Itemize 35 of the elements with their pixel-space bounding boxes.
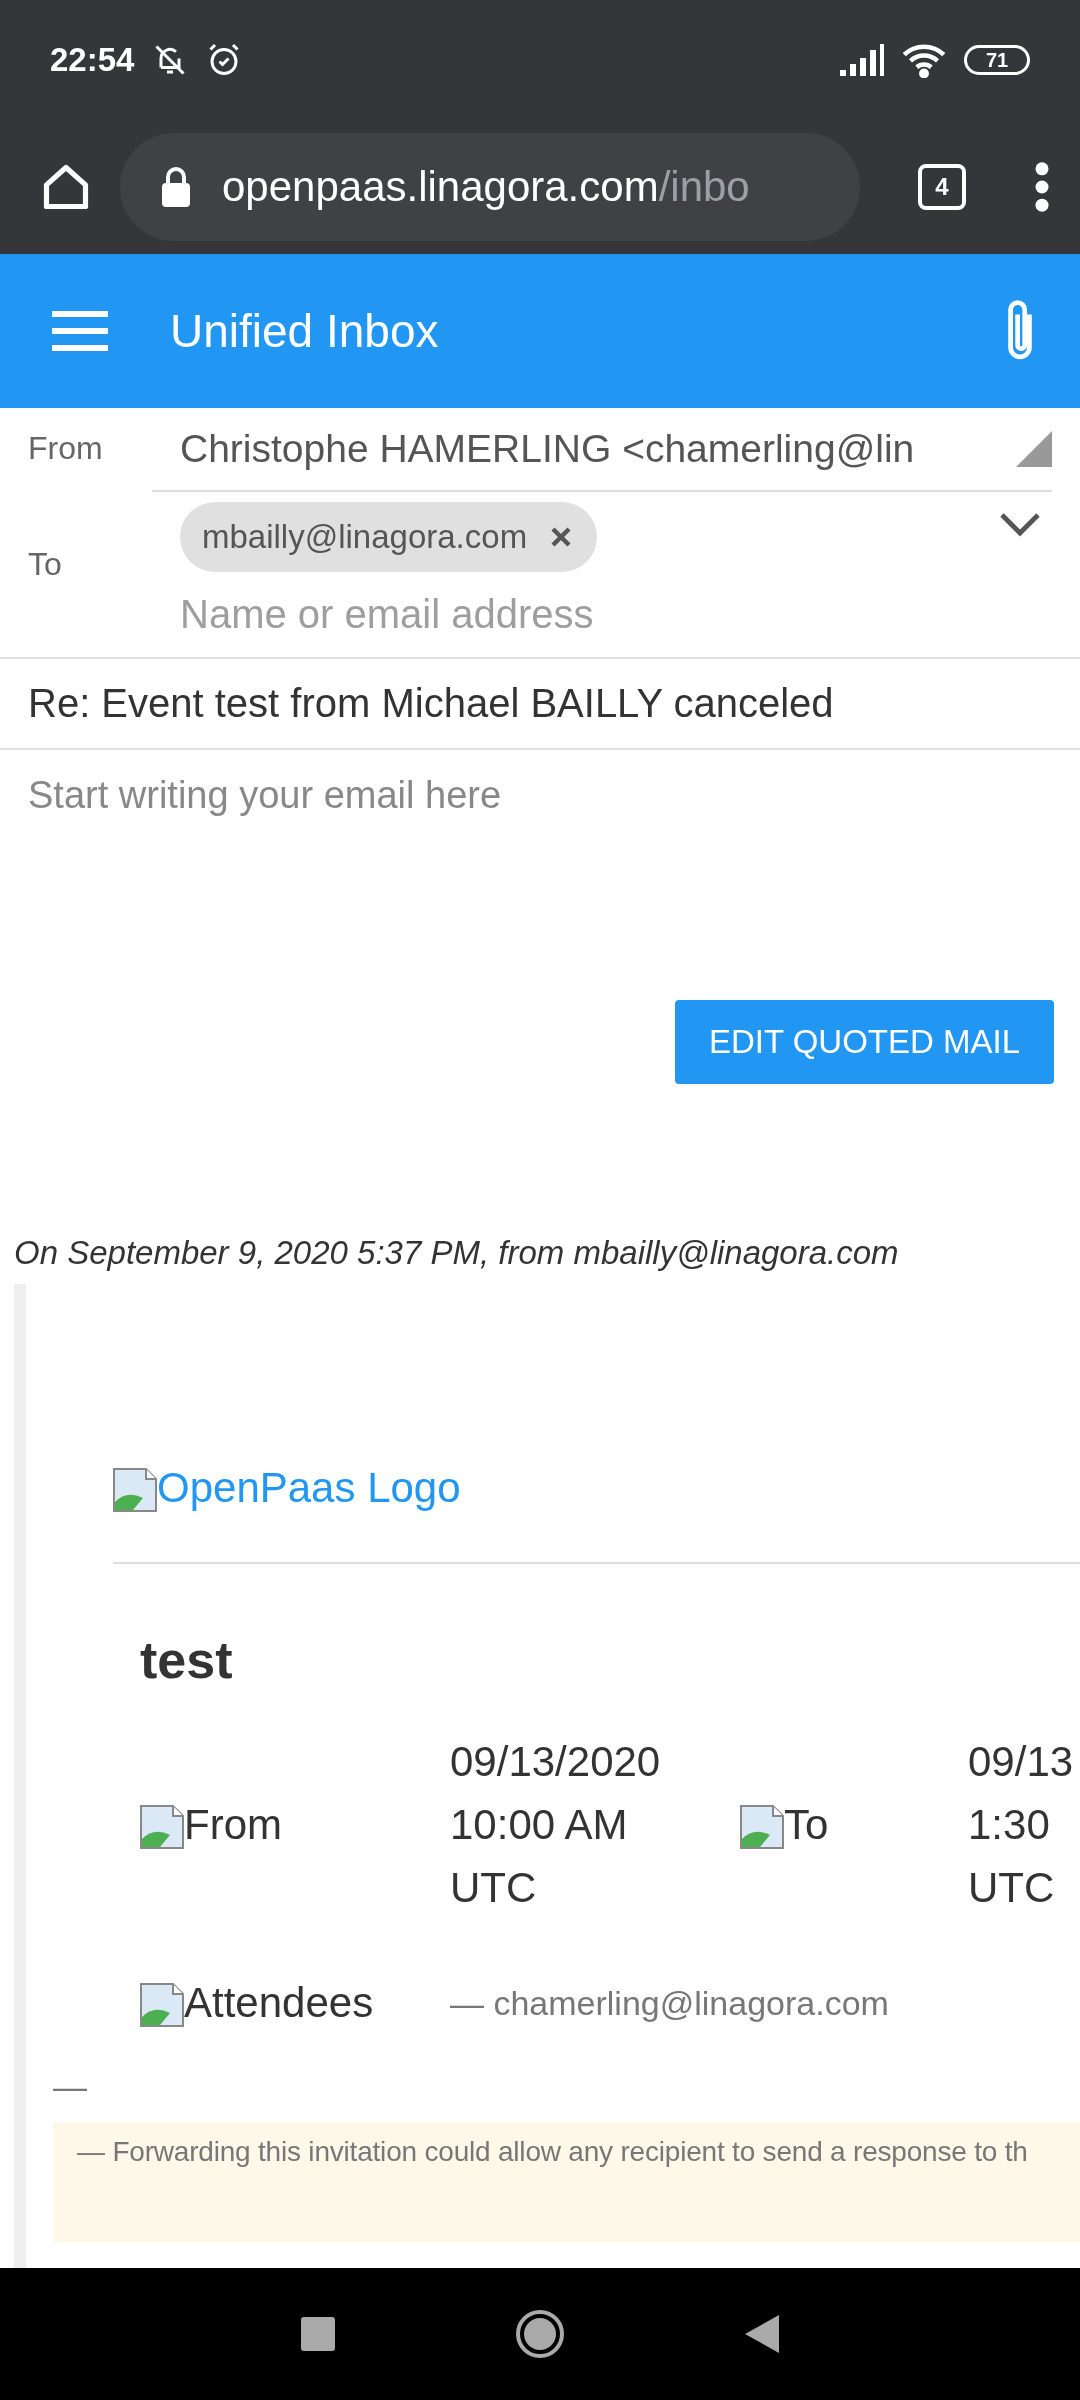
more-options-icon[interactable] [1034,161,1050,213]
dropdown-corner-icon [1016,431,1052,467]
battery-level: 71 [964,45,1030,75]
quote-header: On September 9, 2020 5:37 PM, from mbailly@linagora.com [13,1234,900,1272]
from-select[interactable]: Christophe HAMERLING <chamerling@lin [152,408,1052,492]
broken-image-icon [113,1468,157,1512]
recipient-chip[interactable]: mbailly@linagora.com [180,502,598,572]
address-bar[interactable]: openpaas.linagora.com/inbo [120,133,860,241]
event-title: test [139,1630,234,1690]
broken-image-icon [140,1983,184,2027]
from-detail-label: From [184,1800,282,1849]
broken-image-icon [740,1804,784,1849]
signal-icon [840,44,884,76]
tab-count-button[interactable]: 4 [918,164,966,210]
home-button-icon[interactable] [515,2309,565,2359]
lock-icon [160,167,192,207]
from-label: From [28,429,104,468]
start-time-value: 09/13/2020 10:00 AM UTC [450,1737,662,1913]
separator-dash: — [53,2067,88,2106]
menu-icon[interactable] [52,311,108,351]
subject-field[interactable]: Re: Event test from Michael BAILLY canceled [0,659,1080,748]
back-icon[interactable] [745,2315,779,2353]
to-detail-label: To [784,1800,829,1849]
attendees-detail-label: Attendees [184,1979,374,2027]
to-label: To [28,546,63,583]
wifi-icon [902,42,946,78]
attendee-value: — chamerling@linagora.com [450,1983,890,2023]
close-icon[interactable] [551,527,572,547]
end-time-value: 09/13 1:30 UTC [968,1737,1075,1913]
forwarding-notice: — Forwarding this invitation could allow any recipient to send a response to th [53,2122,1080,2242]
chevron-down-icon[interactable] [1000,512,1040,538]
status-time: 22:54 [50,41,135,79]
broken-image-icon [140,1804,184,1849]
url-text: openpaas.linagora.com/inbo [222,163,750,211]
app-title: Unified Inbox [170,304,439,358]
